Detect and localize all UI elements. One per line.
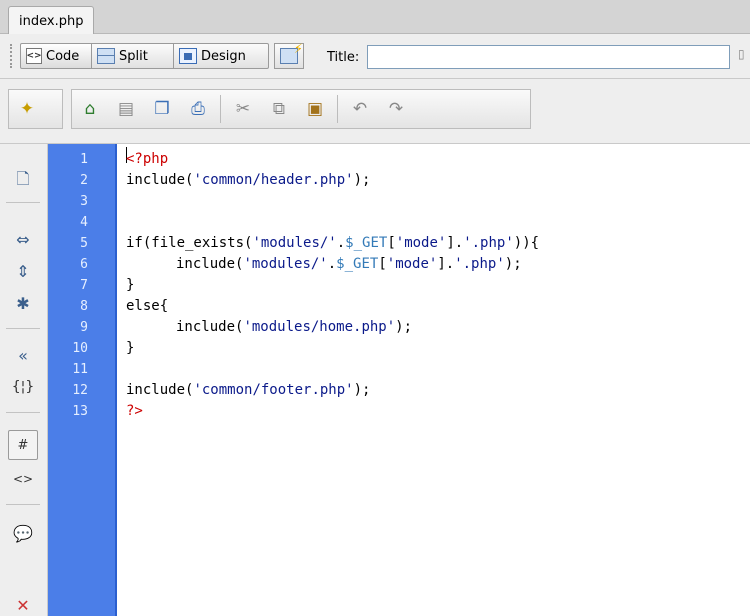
line-number: 2: [80, 173, 88, 188]
code-line: <?php: [126, 151, 169, 167]
toolbar-separator: [220, 95, 221, 123]
home-icon[interactable]: ⌂: [72, 94, 108, 124]
paste-icon[interactable]: ▣: [297, 94, 333, 124]
document-tab-label: index.php: [19, 13, 84, 29]
coding-toolbar: 🗋 ⇔ ⇕ ✱ « {¦} # <> 💬 ✕: [0, 144, 48, 616]
design-view-icon: [179, 48, 197, 64]
save-all-icon[interactable]: ❐: [144, 94, 180, 124]
code-line: if(file_exists('modules/'.$_GET['mode'].…: [126, 235, 540, 251]
design-view-button[interactable]: Design: [173, 43, 269, 69]
remove-comment-icon[interactable]: ✕: [8, 590, 38, 616]
code-line: }: [126, 277, 135, 293]
document-tab-bar: index.php: [0, 0, 750, 35]
toolbar-grip[interactable]: [10, 44, 14, 68]
code-line: include('common/footer.php');: [126, 382, 371, 398]
sidebar-separator: [6, 328, 40, 329]
redo-icon[interactable]: ↷: [378, 94, 414, 124]
collapse-selection-icon[interactable]: ⇕: [8, 256, 38, 286]
apply-comment-icon[interactable]: 💬: [8, 518, 38, 548]
line-number: 3: [80, 194, 88, 209]
line-number: 13: [72, 404, 88, 419]
toolbar-separator: [337, 95, 338, 123]
line-number: 10: [72, 341, 88, 356]
code-view-button[interactable]: <> Code: [20, 43, 92, 69]
code-line: include('common/header.php');: [126, 172, 371, 188]
open-documents-icon[interactable]: 🗋: [8, 166, 38, 196]
code-line: ?>: [126, 403, 143, 419]
line-numbers-icon[interactable]: #: [8, 430, 38, 460]
design-view-label: Design: [201, 48, 246, 64]
line-number: 9: [80, 320, 88, 335]
copy-icon[interactable]: ⧉: [261, 94, 297, 124]
new-document-icon[interactable]: ✦: [9, 94, 45, 124]
sidebar-separator: [6, 504, 40, 505]
new-document-group: ✦: [8, 89, 63, 129]
split-view-icon: [97, 48, 115, 64]
line-number: 5: [80, 236, 88, 251]
line-number: 1: [80, 152, 88, 167]
live-view-icon: [280, 42, 303, 64]
cut-icon[interactable]: ✂: [225, 94, 261, 124]
code-view-icon: <>: [26, 48, 42, 64]
code-line: include('modules/'.$_GET['mode'].'.php')…: [176, 256, 522, 272]
sidebar-separator: [6, 412, 40, 413]
line-number: 8: [80, 299, 88, 314]
standard-toolbar: ✦ ⌂ ▤ ❐ ⎙ ✂ ⧉ ▣ ↶ ↷: [0, 79, 750, 144]
split-view-label: Split: [119, 48, 148, 64]
code-line: include('modules/home.php');: [176, 319, 413, 335]
view-toolbar: <> Code Split Design Title: ▯: [0, 34, 750, 79]
balance-braces-icon[interactable]: {¦}: [8, 372, 38, 402]
highlight-invalid-code-icon[interactable]: <>: [8, 464, 38, 494]
line-number: 6: [80, 257, 88, 272]
file-transfer-icon[interactable]: ▯: [738, 47, 750, 65]
line-number: 4: [80, 215, 88, 230]
line-number: 11: [72, 362, 88, 377]
expand-all-icon[interactable]: ✱: [8, 288, 38, 318]
split-view-button[interactable]: Split: [91, 43, 174, 69]
print-icon[interactable]: ⎙: [180, 94, 216, 124]
undo-icon[interactable]: ↶: [342, 94, 378, 124]
code-editor[interactable]: <?php include('common/header.php'); if(f…: [118, 144, 750, 616]
line-number: 7: [80, 278, 88, 293]
document-tab[interactable]: index.php: [8, 6, 95, 35]
code-view-label: Code: [46, 48, 80, 64]
select-parent-tag-icon[interactable]: «: [8, 340, 38, 370]
file-management-icon[interactable]: ▤: [108, 94, 144, 124]
code-line: }: [126, 340, 135, 356]
document-actions-group: ⌂ ▤ ❐ ⎙ ✂ ⧉ ▣ ↶ ↷: [71, 89, 531, 129]
live-view-button[interactable]: [274, 42, 304, 69]
sidebar-separator: [6, 202, 40, 203]
line-number: 12: [72, 383, 88, 398]
title-label: Title:: [327, 50, 360, 65]
code-line: else{: [126, 298, 169, 314]
title-input[interactable]: [367, 45, 730, 69]
collapse-full-tag-icon[interactable]: ⇔: [8, 224, 38, 254]
gutter-border: [115, 144, 117, 616]
line-number-gutter: 1 2 3 4 5 6 7 8 9 10 11 12 13: [48, 144, 116, 616]
